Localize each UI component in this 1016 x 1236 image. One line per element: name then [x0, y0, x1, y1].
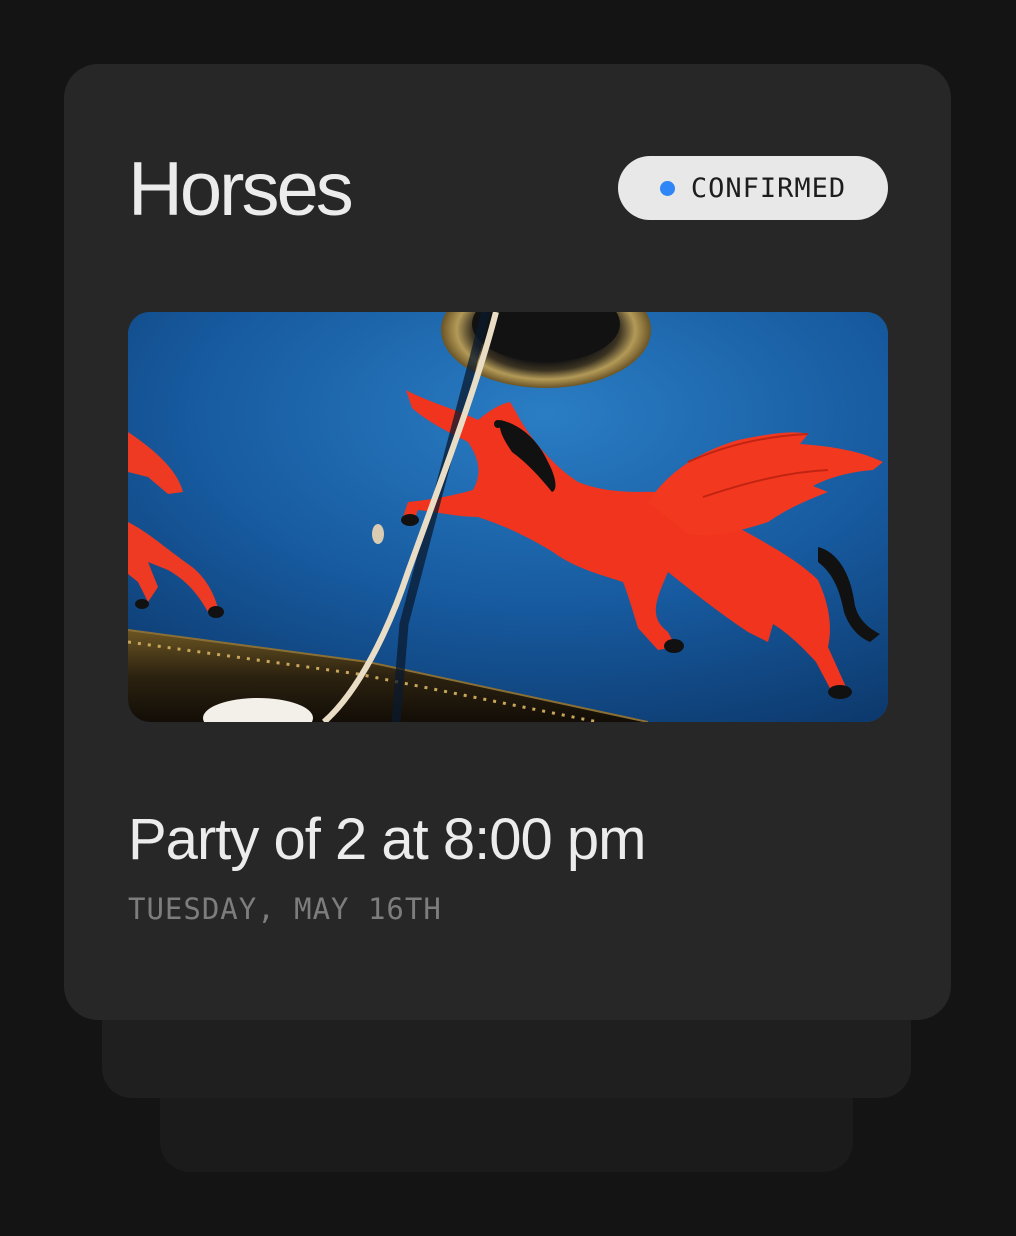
status-badge: CONFIRMED — [618, 156, 888, 220]
reservation-card[interactable]: Horses CONFIRMED Party of 2 at 8:00 pm T… — [64, 64, 951, 1020]
reservation-date: TUESDAY, MAY 16TH — [128, 892, 442, 926]
status-label: CONFIRMED — [690, 172, 847, 204]
status-dot-icon — [659, 180, 675, 196]
reservation-stack: Horses CONFIRMED Party of 2 at 8:00 pm T… — [0, 0, 1016, 1236]
restaurant-title: Horses — [128, 147, 354, 232]
restaurant-photo — [128, 312, 888, 722]
party-details: Party of 2 at 8:00 pm — [128, 807, 646, 872]
